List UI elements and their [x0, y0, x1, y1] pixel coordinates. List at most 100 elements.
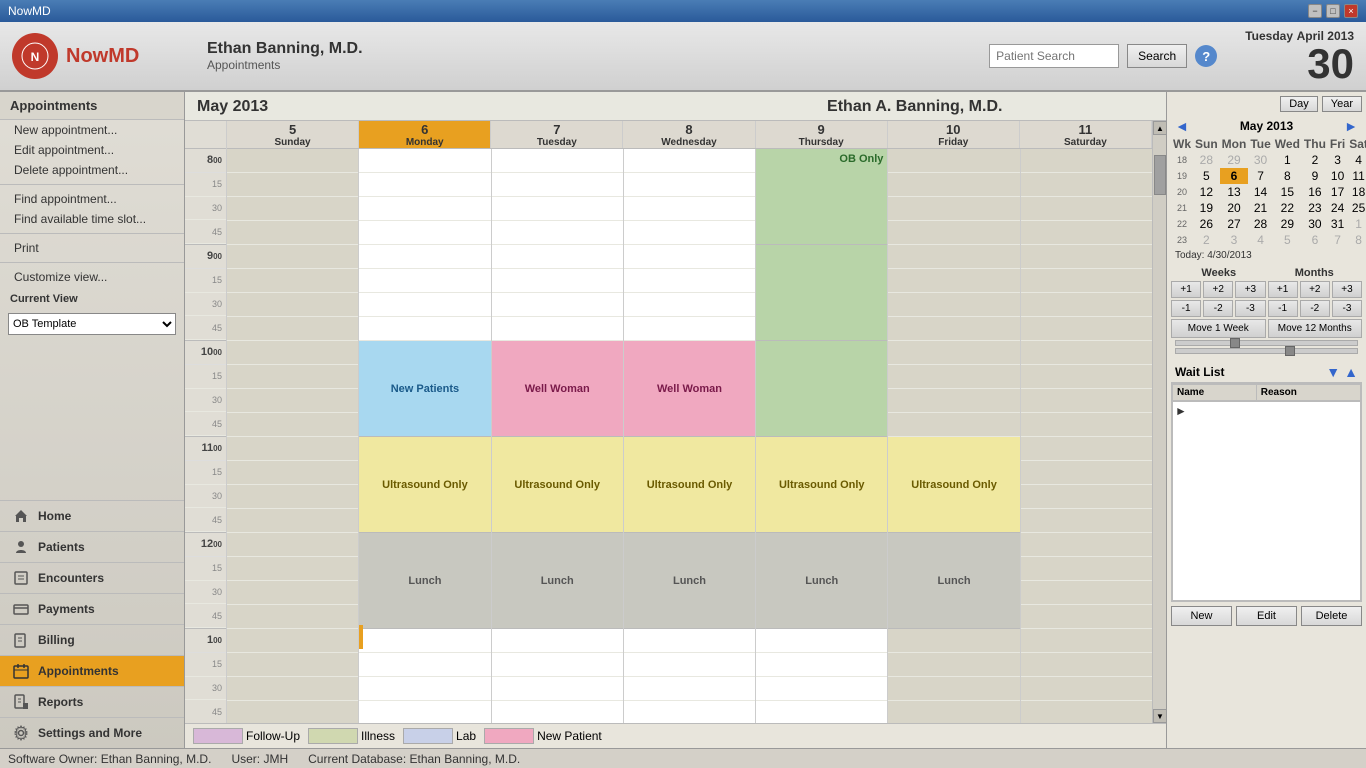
scroll-thumb[interactable] — [1154, 155, 1166, 195]
mini-cal-may3[interactable]: 3 — [1328, 152, 1347, 168]
mini-cal-may27[interactable]: 27 — [1220, 216, 1249, 232]
search-button[interactable]: Search — [1127, 44, 1187, 68]
mini-cal-may7[interactable]: 7 — [1248, 168, 1272, 184]
mini-cal-may11[interactable]: 11 — [1347, 168, 1366, 184]
sidebar-item-home[interactable]: Home — [0, 500, 184, 531]
mini-cal-jun4[interactable]: 4 — [1248, 232, 1272, 248]
minimize-btn[interactable]: − — [1308, 4, 1322, 18]
wednesday-well-woman-block[interactable]: Well Woman — [624, 341, 755, 436]
wait-list-edit-btn[interactable]: Edit — [1236, 606, 1297, 626]
mini-cal-may24[interactable]: 24 — [1328, 200, 1347, 216]
mini-cal-may28[interactable]: 28 — [1248, 216, 1272, 232]
mini-cal-may8[interactable]: 8 — [1273, 168, 1302, 184]
mini-cal-may23[interactable]: 23 — [1302, 200, 1328, 216]
wait-list-new-btn[interactable]: New — [1171, 606, 1232, 626]
sidebar-item-billing[interactable]: Billing — [0, 624, 184, 655]
tuesday-12[interactable]: Lunch — [492, 533, 623, 629]
mini-cal-may26[interactable]: 26 — [1193, 216, 1220, 232]
find-appointment-menu[interactable]: Find appointment... — [0, 189, 184, 209]
mini-cal-may18[interactable]: 18 — [1347, 184, 1366, 200]
sidebar-item-reports[interactable]: Reports — [0, 686, 184, 717]
weeks-plus2-btn[interactable]: +2 — [1203, 281, 1233, 298]
thursday-ultrasound-block[interactable]: Ultrasound Only — [756, 437, 887, 532]
tuesday-11[interactable]: Ultrasound Only — [492, 437, 623, 533]
mini-cal-may29[interactable]: 29 — [1273, 216, 1302, 232]
monday-11[interactable]: Ultrasound Only — [359, 437, 490, 533]
customize-view-menu[interactable]: Customize view... — [0, 267, 184, 287]
monday-12[interactable]: Lunch — [359, 533, 490, 629]
months-plus1-btn[interactable]: +1 — [1268, 281, 1298, 298]
thursday-11[interactable]: Ultrasound Only — [756, 437, 887, 533]
mini-cal-may2[interactable]: 2 — [1302, 152, 1328, 168]
tuesday-lunch-block[interactable]: Lunch — [492, 533, 623, 628]
friday-12[interactable]: Lunch — [888, 533, 1019, 629]
mini-cal-may25[interactable]: 25 — [1347, 200, 1366, 216]
wait-list-up-arrow[interactable]: ▲ — [1344, 364, 1358, 380]
mini-cal-may15[interactable]: 15 — [1273, 184, 1302, 200]
mini-cal-jun5[interactable]: 5 — [1273, 232, 1302, 248]
tuesday-10[interactable]: Well Woman — [492, 341, 623, 437]
tuesday-ultrasound-block[interactable]: Ultrasound Only — [492, 437, 623, 532]
year-btn[interactable]: Year — [1322, 96, 1362, 112]
mini-cal-jun6[interactable]: 6 — [1302, 232, 1328, 248]
mini-cal-jun2[interactable]: 2 — [1193, 232, 1220, 248]
mini-cal-may6-today[interactable]: 6 — [1220, 168, 1249, 184]
wednesday-12[interactable]: Lunch — [624, 533, 755, 629]
mini-cal-apr29[interactable]: 29 — [1220, 152, 1249, 168]
sidebar-item-payments[interactable]: Payments — [0, 593, 184, 624]
mini-cal-may13[interactable]: 13 — [1220, 184, 1249, 200]
mini-cal-may17[interactable]: 17 — [1328, 184, 1347, 200]
move-1-week-btn[interactable]: Move 1 Week — [1171, 319, 1266, 338]
weeks-minus3-btn[interactable]: -3 — [1235, 300, 1265, 317]
wednesday-lunch-block[interactable]: Lunch — [624, 533, 755, 628]
mini-cal-jun3[interactable]: 3 — [1220, 232, 1249, 248]
mini-cal-may9[interactable]: 9 — [1302, 168, 1328, 184]
current-view-select[interactable]: OB Template — [8, 313, 176, 335]
thursday-8[interactable]: OB Only — [756, 149, 887, 245]
mini-cal-may20[interactable]: 20 — [1220, 200, 1249, 216]
close-btn[interactable]: × — [1344, 4, 1358, 18]
mini-cal-may16[interactable]: 16 — [1302, 184, 1328, 200]
mini-cal-may31[interactable]: 31 — [1328, 216, 1347, 232]
sidebar-item-patients[interactable]: Patients — [0, 531, 184, 562]
months-slider-thumb[interactable] — [1285, 346, 1295, 356]
months-plus2-btn[interactable]: +2 — [1300, 281, 1330, 298]
delete-appointment-menu[interactable]: Delete appointment... — [0, 160, 184, 180]
mini-cal-may22[interactable]: 22 — [1273, 200, 1302, 216]
mini-cal-may12[interactable]: 12 — [1193, 184, 1220, 200]
scroll-up-btn[interactable]: ▲ — [1153, 121, 1166, 135]
mini-cal-next-btn[interactable]: ► — [1344, 118, 1358, 134]
thursday-lunch-block[interactable]: Lunch — [756, 533, 887, 628]
months-minus1-btn[interactable]: -1 — [1268, 300, 1298, 317]
find-timeslot-menu[interactable]: Find available time slot... — [0, 209, 184, 229]
mini-cal-may21[interactable]: 21 — [1248, 200, 1272, 216]
sidebar-item-settings[interactable]: Settings and More — [0, 717, 184, 748]
sidebar-item-encounters[interactable]: Encounters — [0, 562, 184, 593]
mini-cal-may1[interactable]: 1 — [1273, 152, 1302, 168]
mini-cal-may4[interactable]: 4 — [1347, 152, 1366, 168]
mini-cal-apr28[interactable]: 28 — [1193, 152, 1220, 168]
wait-list-delete-btn[interactable]: Delete — [1301, 606, 1362, 626]
friday-11[interactable]: Ultrasound Only — [888, 437, 1019, 533]
weeks-plus1-btn[interactable]: +1 — [1171, 281, 1201, 298]
thursday-10[interactable] — [756, 341, 887, 437]
friday-lunch-block[interactable]: Lunch — [888, 533, 1019, 628]
mini-cal-prev-btn[interactable]: ◄ — [1175, 118, 1189, 134]
calendar-scrollbar[interactable]: ▲ ▼ — [1152, 121, 1166, 723]
print-menu[interactable]: Print — [0, 238, 184, 258]
weeks-minus2-btn[interactable]: -2 — [1203, 300, 1233, 317]
new-appointment-menu[interactable]: New appointment... — [0, 120, 184, 140]
monday-lunch-block[interactable]: Lunch — [359, 533, 490, 628]
move-12-months-btn[interactable]: Move 12 Months — [1268, 319, 1363, 338]
mini-cal-apr30[interactable]: 30 — [1248, 152, 1272, 168]
sidebar-item-appointments[interactable]: Appointments — [0, 655, 184, 686]
mini-cal-may14[interactable]: 14 — [1248, 184, 1272, 200]
scroll-down-btn[interactable]: ▼ — [1153, 709, 1166, 723]
patient-search-input[interactable] — [989, 44, 1119, 68]
wednesday-11[interactable]: Ultrasound Only — [624, 437, 755, 533]
thursday-12[interactable]: Lunch — [756, 533, 887, 629]
thursday-9[interactable] — [756, 245, 887, 341]
mini-cal-may10[interactable]: 10 — [1328, 168, 1347, 184]
edit-appointment-menu[interactable]: Edit appointment... — [0, 140, 184, 160]
mini-cal-may5[interactable]: 5 — [1193, 168, 1220, 184]
